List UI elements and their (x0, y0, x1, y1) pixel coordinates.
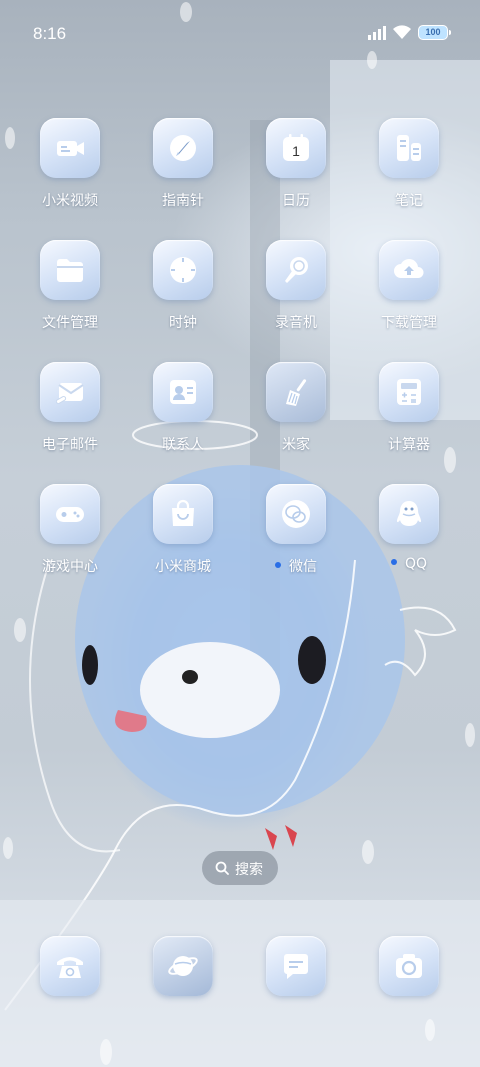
app-label-with-badge: 微信 (246, 556, 346, 576)
app-label: 笔记 (395, 193, 423, 209)
app-mi-video[interactable]: 小米视频 (20, 118, 120, 228)
app-tile[interactable]: 1 (266, 118, 326, 178)
app-compass[interactable]: 指南针 (133, 118, 233, 228)
app-label: 文件管理 (42, 315, 98, 331)
app-label: 米家 (282, 437, 310, 453)
app-email[interactable]: 电子邮件 (20, 362, 120, 472)
app-mi-store[interactable]: 小米商城 (133, 484, 233, 594)
search-button[interactable]: 搜索 (202, 851, 278, 885)
app-tile[interactable] (153, 240, 213, 300)
app-tile[interactable] (40, 240, 100, 300)
app-game-center[interactable]: 游戏中心 (20, 484, 120, 594)
app-calculator[interactable]: 计算器 (359, 362, 459, 472)
app-label: 联系人 (162, 437, 204, 453)
app-qq[interactable]: QQ (359, 484, 459, 594)
app-tile[interactable] (266, 240, 326, 300)
app-tile[interactable] (379, 118, 439, 178)
app-label: 小米商城 (155, 559, 211, 575)
folder-icon (57, 259, 83, 282)
clock-time: 8:16 (33, 24, 67, 43)
app-downloads[interactable]: 下载管理 (359, 240, 459, 350)
app-label: 时钟 (169, 315, 197, 331)
calendar-date: 1 (292, 143, 300, 159)
dock-messages[interactable] (246, 936, 346, 1046)
app-tile[interactable] (153, 118, 213, 178)
dock-browser[interactable] (133, 936, 233, 1046)
app-tile[interactable] (40, 118, 100, 178)
app-recorder[interactable]: 录音机 (246, 240, 346, 350)
app-label: 下载管理 (381, 315, 437, 331)
wifi-icon (393, 25, 411, 39)
app-label: 计算器 (388, 437, 430, 453)
app-tile[interactable] (153, 362, 213, 422)
contacts-icon (170, 380, 196, 404)
app-tile[interactable] (379, 484, 439, 544)
app-tile[interactable] (153, 936, 213, 996)
status-bar: 8:16 100 (0, 0, 480, 66)
wechat-icon (282, 500, 310, 528)
app-label: 录音机 (275, 315, 317, 331)
app-label: 微信 (289, 559, 317, 575)
search-label: 搜索 (235, 862, 263, 878)
search-icon (215, 861, 229, 875)
app-tile[interactable] (379, 936, 439, 996)
app-contacts[interactable]: 联系人 (133, 362, 233, 472)
message-bubble-icon (284, 954, 308, 979)
camera-icon (396, 954, 422, 978)
cloud-download-icon (394, 259, 424, 278)
app-tile[interactable] (266, 362, 326, 422)
dock-camera[interactable] (359, 936, 459, 1046)
shopping-bag-icon (172, 499, 194, 526)
app-tile[interactable] (266, 936, 326, 996)
clock-icon (170, 257, 196, 283)
cellular-signal-icon (368, 26, 386, 40)
video-camera-icon (57, 141, 84, 156)
app-label: 日历 (282, 193, 310, 209)
app-tile[interactable] (40, 484, 100, 544)
broom-icon (286, 379, 307, 406)
app-label-with-badge: QQ (359, 556, 459, 572)
new-badge (390, 559, 397, 565)
compass-icon (170, 135, 196, 161)
app-label: 小米视频 (42, 193, 98, 209)
dock-phone[interactable] (20, 936, 120, 1046)
battery-icon: 100 (418, 25, 451, 40)
new-badge (275, 562, 281, 568)
app-label: 指南针 (162, 193, 204, 209)
microphone-icon (285, 257, 308, 283)
battery-level: 100 (425, 27, 441, 37)
app-tile[interactable] (40, 936, 100, 996)
app-tile[interactable] (40, 362, 100, 422)
app-label: QQ (404, 556, 428, 572)
app-wechat[interactable]: 微信 (246, 484, 346, 594)
qq-penguin-icon (397, 501, 421, 526)
app-label: 游戏中心 (42, 559, 98, 575)
notes-icon (397, 135, 421, 161)
app-file-manager[interactable]: 文件管理 (20, 240, 120, 350)
app-calendar[interactable]: 1 日历 (246, 118, 346, 228)
telephone-icon (57, 957, 83, 978)
app-mijia[interactable]: 米家 (246, 362, 346, 472)
app-tile[interactable] (266, 484, 326, 544)
calculator-icon (397, 379, 421, 405)
app-clock[interactable]: 时钟 (133, 240, 233, 350)
app-notes[interactable]: 笔记 (359, 118, 459, 228)
gamepad-icon (56, 507, 84, 522)
app-tile[interactable] (153, 484, 213, 544)
app-tile[interactable] (379, 362, 439, 422)
mail-icon (55, 383, 84, 404)
calendar-icon: 1 (283, 134, 309, 161)
app-label: 电子邮件 (42, 437, 98, 453)
planet-icon (168, 956, 198, 976)
app-tile[interactable] (379, 240, 439, 300)
